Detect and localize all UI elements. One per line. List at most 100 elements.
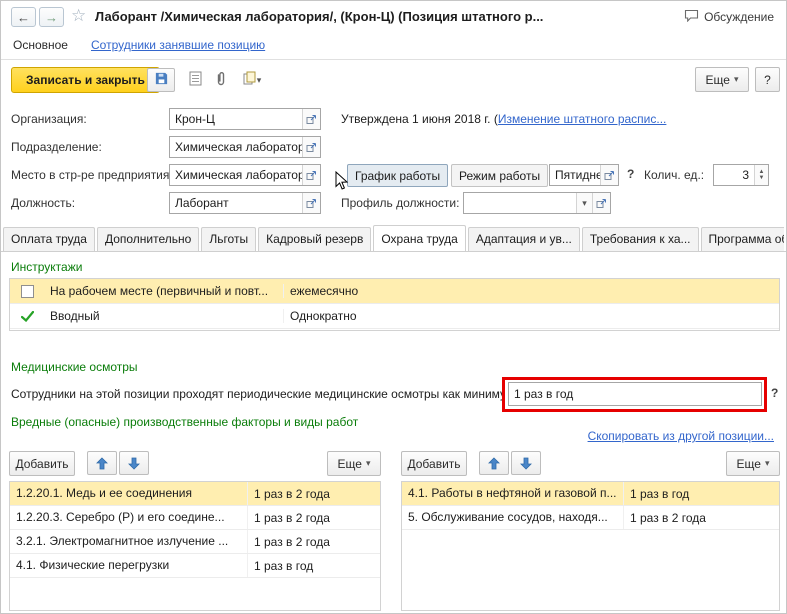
show-in-list-button[interactable] — [181, 68, 209, 92]
table-row[interactable]: 1.2.20.3. Серебро (Р) и его соедине... 1… — [10, 506, 380, 530]
move-down-button[interactable] — [119, 451, 149, 475]
factor-period: 1 раз в 2 года — [254, 486, 330, 501]
move-up-button[interactable] — [87, 451, 117, 475]
place-field[interactable]: Химическая лаборатория — [169, 164, 321, 186]
table-row[interactable]: 4.1. Работы в нефтяной и газовой п... 1 … — [402, 482, 779, 506]
factors-header: Вредные (опасные) производственные факто… — [11, 415, 359, 429]
quantity-value: 3 — [742, 168, 749, 182]
create-based-on-button[interactable]: ▾ — [233, 68, 271, 92]
employees-link[interactable]: Сотрудники занявшие позицию — [91, 38, 265, 52]
quantity-stepper[interactable]: 3 ▲ ▼ — [713, 164, 769, 186]
profile-combobox[interactable]: ▾ — [463, 192, 611, 214]
medical-period-field[interactable]: 1 раз в год — [508, 382, 762, 406]
instruction-name: Вводный — [44, 309, 284, 323]
move-up-button[interactable] — [479, 451, 509, 475]
instruction-name: На рабочем месте (первичный и повт... — [44, 284, 284, 298]
tab-dopolnitelno[interactable]: Дополнительно — [96, 227, 200, 251]
tab-main[interactable]: Основное — [13, 38, 68, 52]
department-label: Подразделение: — [11, 140, 102, 154]
medical-text: Сотрудники на этой позиции проходят пери… — [11, 387, 505, 401]
medical-header: Медицинские осмотры — [11, 360, 138, 374]
favorite-star-icon[interactable]: ☆ — [71, 5, 86, 27]
tab-programma[interactable]: Программа обу... — [700, 227, 784, 251]
tab-lgoty[interactable]: Льготы — [201, 227, 257, 251]
table-row[interactable]: 1.2.20.1. Медь и ее соединения 1 раз в 2… — [10, 482, 380, 506]
discussion-link[interactable]: Обсуждение — [684, 9, 774, 25]
instruction-period: Однократно — [290, 309, 357, 323]
choose-button[interactable] — [592, 193, 610, 213]
choose-button[interactable] — [302, 193, 320, 213]
chevron-down-icon: ▾ — [733, 74, 739, 84]
choose-button[interactable] — [302, 109, 320, 129]
work-schedule-button[interactable]: График работы — [347, 164, 449, 187]
table-row[interactable]: На рабочем месте (первичный и повт... еж… — [10, 279, 779, 304]
schedule-help[interactable]: ? — [627, 167, 634, 181]
spinner-buttons[interactable]: ▲ ▼ — [754, 165, 768, 185]
table-row[interactable]: 3.2.1. Электромагнитное излучение ... 1 … — [10, 530, 380, 554]
tab-underline — [1, 251, 786, 252]
table-row[interactable]: 4.1. Физические перегрузки 1 раз в год — [10, 554, 380, 578]
table-row[interactable]: 5. Обслуживание сосудов, находя... 1 раз… — [402, 506, 779, 530]
schedule-value: Пятидневк... — [555, 168, 600, 182]
checkbox-unchecked[interactable] — [20, 284, 34, 298]
attachments-button[interactable] — [207, 68, 235, 92]
tab-adaptaciya[interactable]: Адаптация и ув... — [467, 227, 580, 251]
approved-line: Утверждена 1 июня 2018 г. (Изменение шта… — [341, 112, 666, 126]
choose-button[interactable] — [302, 137, 320, 157]
schedule-field[interactable]: Пятидневк... — [549, 164, 619, 186]
back-arrow-icon: ← — [17, 9, 30, 25]
window-title: Лаборант /Химическая лаборатория/, (Крон… — [95, 9, 544, 24]
chevron-down-icon[interactable]: ▾ — [576, 193, 592, 213]
work-mode-button[interactable]: Режим работы — [451, 164, 549, 187]
choose-icon — [306, 142, 316, 152]
tab-oplata-truda[interactable]: Оплата труда — [3, 227, 95, 251]
more-button[interactable]: Еще ▾ — [327, 451, 381, 476]
help-button[interactable]: ? — [755, 67, 780, 92]
mouse-cursor — [335, 170, 349, 194]
choose-icon — [604, 170, 614, 180]
choose-icon — [306, 170, 316, 180]
choose-button[interactable] — [600, 165, 618, 185]
tab-ohrana-truda[interactable]: Охрана труда — [373, 225, 466, 251]
save-close-button[interactable]: Записать и закрыть — [11, 67, 160, 93]
document-action-icon — [243, 71, 257, 89]
tab-trebovaniya[interactable]: Требования к ха... — [581, 227, 699, 251]
spin-down-icon[interactable]: ▼ — [759, 175, 765, 181]
chevron-down-icon: ▾ — [764, 458, 770, 468]
forward-button[interactable]: → — [39, 7, 64, 27]
tab-kadrovy-rezerv[interactable]: Кадровый резерв — [258, 227, 372, 251]
add-button[interactable]: Добавить — [9, 451, 75, 476]
separator — [1, 59, 786, 60]
more-button[interactable]: Еще ▾ — [726, 451, 780, 476]
org-field[interactable]: Крон-Ц — [169, 108, 321, 130]
work-type-name: 5. Обслуживание сосудов, находя... — [402, 506, 624, 529]
add-button[interactable]: Добавить — [401, 451, 467, 476]
medical-help[interactable]: ? — [771, 386, 778, 400]
staffing-change-link[interactable]: Изменение штатного распис... — [498, 112, 667, 126]
instructions-header: Инструктажи — [11, 260, 83, 274]
position-value: Лаборант — [175, 196, 229, 210]
move-down-button[interactable] — [511, 451, 541, 475]
position-form-window: ← → ☆ Лаборант /Химическая лаборатория/,… — [0, 0, 787, 614]
save-button[interactable] — [147, 68, 175, 92]
choose-button[interactable] — [302, 165, 320, 185]
department-field[interactable]: Химическая лаборатория — [169, 136, 321, 158]
work-type-period: 1 раз в 2 года — [630, 510, 706, 525]
factors-table-right: 4.1. Работы в нефтяной и газовой п... 1 … — [401, 481, 780, 611]
position-label: Должность: — [11, 196, 76, 210]
tab-strip: Оплата труда Дополнительно Льготы Кадров… — [3, 225, 784, 251]
more-button[interactable]: Еще ▾ — [695, 67, 749, 92]
factor-period: 1 раз в 2 года — [254, 534, 330, 549]
paperclip-icon — [214, 71, 228, 90]
factor-name: 3.2.1. Электромагнитное излучение ... — [10, 530, 248, 553]
more-label: Еще — [705, 72, 730, 87]
discussion-bubble-icon — [684, 9, 699, 25]
table-row[interactable]: Вводный Однократно — [10, 304, 779, 329]
chevron-down-icon: ▾ — [256, 74, 262, 85]
position-field[interactable]: Лаборант — [169, 192, 321, 214]
choose-icon — [306, 198, 316, 208]
copy-from-position-link[interactable]: Скопировать из другой позиции... — [588, 429, 774, 443]
back-button[interactable]: ← — [11, 7, 36, 27]
instructions-table: На рабочем месте (первичный и повт... еж… — [9, 278, 780, 331]
arrow-up-icon — [96, 456, 108, 469]
